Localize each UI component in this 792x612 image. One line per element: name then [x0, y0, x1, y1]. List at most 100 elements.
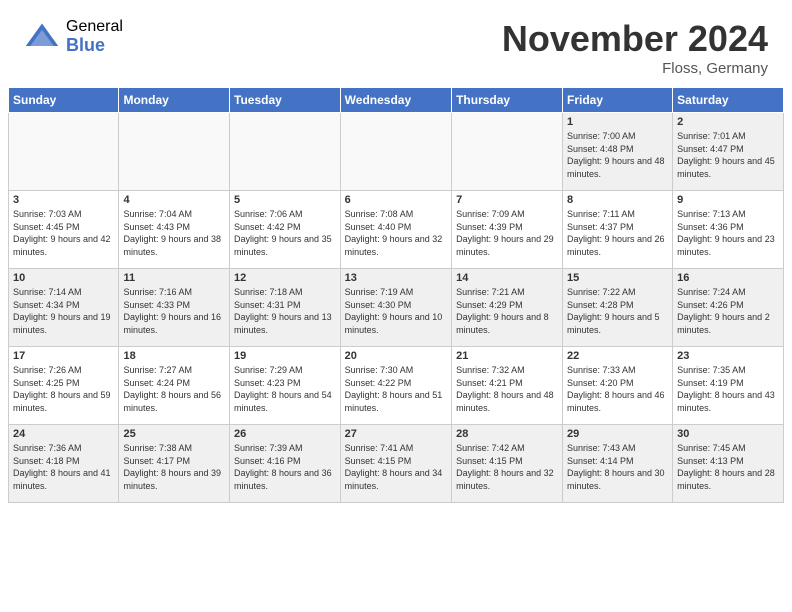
title-block: November 2024 Floss, Germany [502, 18, 768, 77]
header-wednesday: Wednesday [340, 88, 451, 113]
calendar-cell: 16 Sunrise: 7:24 AMSunset: 4:26 PMDayligh… [673, 269, 784, 347]
day-info: Sunrise: 7:08 AMSunset: 4:40 PMDaylight:… [345, 208, 447, 258]
day-info: Sunrise: 7:43 AMSunset: 4:14 PMDaylight:… [567, 442, 668, 492]
calendar-cell: 18 Sunrise: 7:27 AMSunset: 4:24 PMDayligh… [119, 347, 230, 425]
day-info: Sunrise: 7:30 AMSunset: 4:22 PMDaylight:… [345, 364, 447, 414]
day-number: 2 [677, 116, 779, 128]
day-number: 4 [123, 194, 225, 206]
day-number: 30 [677, 428, 779, 440]
calendar-cell [230, 113, 341, 191]
calendar-header-row: Sunday Monday Tuesday Wednesday Thursday… [9, 88, 784, 113]
calendar-cell: 29 Sunrise: 7:43 AMSunset: 4:14 PMDayligh… [562, 425, 672, 503]
calendar-cell: 4 Sunrise: 7:04 AMSunset: 4:43 PMDaylight… [119, 191, 230, 269]
calendar-week-row: 3 Sunrise: 7:03 AMSunset: 4:45 PMDaylight… [9, 191, 784, 269]
day-info: Sunrise: 7:09 AMSunset: 4:39 PMDaylight:… [456, 208, 558, 258]
calendar-week-row: 24Sunrise: 7:36 AMSunset: 4:18 PMDayligh… [9, 425, 784, 503]
header-saturday: Saturday [673, 88, 784, 113]
day-info: Sunrise: 7:18 AMSunset: 4:31 PMDaylight:… [234, 286, 336, 336]
calendar-cell: 24Sunrise: 7:36 AMSunset: 4:18 PMDayligh… [9, 425, 119, 503]
day-info: Sunrise: 7:21 AMSunset: 4:29 PMDaylight:… [456, 286, 558, 336]
header-friday: Friday [562, 88, 672, 113]
logo-text: General Blue [66, 18, 123, 55]
header-sunday: Sunday [9, 88, 119, 113]
calendar-cell: 19 Sunrise: 7:29 AMSunset: 4:23 PMDayligh… [230, 347, 341, 425]
calendar-cell: 13Sunrise: 7:19 AMSunset: 4:30 PMDayligh… [340, 269, 451, 347]
calendar-cell: 3 Sunrise: 7:03 AMSunset: 4:45 PMDaylight… [9, 191, 119, 269]
day-number: 28 [456, 428, 558, 440]
location: Floss, Germany [502, 60, 768, 77]
day-info: Sunrise: 7:22 AMSunset: 4:28 PMDaylight:… [567, 286, 668, 336]
calendar-cell: 30 Sunrise: 7:45 AMSunset: 4:13 PMDayligh… [673, 425, 784, 503]
day-info: Sunrise: 7:45 AMSunset: 4:13 PMDaylight:… [677, 442, 779, 492]
header-thursday: Thursday [452, 88, 563, 113]
calendar-cell: 26 Sunrise: 7:39 AMSunset: 4:16 PMDayligh… [230, 425, 341, 503]
day-number: 26 [234, 428, 336, 440]
calendar-cell: 27Sunrise: 7:41 AMSunset: 4:15 PMDayligh… [340, 425, 451, 503]
calendar-cell: 10Sunrise: 7:14 AMSunset: 4:34 PMDayligh… [9, 269, 119, 347]
calendar-cell: 5Sunrise: 7:06 AMSunset: 4:42 PMDaylight… [230, 191, 341, 269]
day-info: Sunrise: 7:26 AMSunset: 4:25 PMDaylight:… [13, 364, 114, 414]
day-number: 15 [567, 272, 668, 284]
day-number: 5 [234, 194, 336, 206]
day-info: Sunrise: 7:42 AMSunset: 4:15 PMDaylight:… [456, 442, 558, 492]
day-info: Sunrise: 7:29 AMSunset: 4:23 PMDaylight:… [234, 364, 336, 414]
day-number: 18 [123, 350, 225, 362]
calendar-cell: 8 Sunrise: 7:11 AMSunset: 4:37 PMDaylight… [562, 191, 672, 269]
day-number: 20 [345, 350, 447, 362]
day-info: Sunrise: 7:33 AMSunset: 4:20 PMDaylight:… [567, 364, 668, 414]
day-number: 3 [13, 194, 114, 206]
day-number: 6 [345, 194, 447, 206]
calendar-cell: 25Sunrise: 7:38 AMSunset: 4:17 PMDayligh… [119, 425, 230, 503]
day-info: Sunrise: 7:32 AMSunset: 4:21 PMDaylight:… [456, 364, 558, 414]
day-number: 12 [234, 272, 336, 284]
calendar-week-row: 17Sunrise: 7:26 AMSunset: 4:25 PMDayligh… [9, 347, 784, 425]
day-info: Sunrise: 7:11 AMSunset: 4:37 PMDaylight:… [567, 208, 668, 258]
calendar-cell: 17Sunrise: 7:26 AMSunset: 4:25 PMDayligh… [9, 347, 119, 425]
day-info: Sunrise: 7:39 AMSunset: 4:16 PMDaylight:… [234, 442, 336, 492]
day-number: 7 [456, 194, 558, 206]
header-tuesday: Tuesday [230, 88, 341, 113]
calendar-cell [119, 113, 230, 191]
calendar-cell: 15 Sunrise: 7:22 AMSunset: 4:28 PMDayligh… [562, 269, 672, 347]
calendar-cell: 11Sunrise: 7:16 AMSunset: 4:33 PMDayligh… [119, 269, 230, 347]
calendar-table: Sunday Monday Tuesday Wednesday Thursday… [8, 87, 784, 503]
month-title: November 2024 [502, 18, 768, 60]
calendar-week-row: 1Sunrise: 7:00 AMSunset: 4:48 PMDaylight… [9, 113, 784, 191]
calendar-cell: 6 Sunrise: 7:08 AMSunset: 4:40 PMDaylight… [340, 191, 451, 269]
header-monday: Monday [119, 88, 230, 113]
calendar-cell: 14 Sunrise: 7:21 AMSunset: 4:29 PMDayligh… [452, 269, 563, 347]
day-info: Sunrise: 7:01 AMSunset: 4:47 PMDaylight:… [677, 130, 779, 180]
day-number: 16 [677, 272, 779, 284]
day-info: Sunrise: 7:13 AMSunset: 4:36 PMDaylight:… [677, 208, 779, 258]
day-number: 19 [234, 350, 336, 362]
day-number: 21 [456, 350, 558, 362]
day-number: 1 [567, 116, 668, 128]
day-info: Sunrise: 7:04 AMSunset: 4:43 PMDaylight:… [123, 208, 225, 258]
day-number: 11 [123, 272, 225, 284]
calendar-wrapper: Sunday Monday Tuesday Wednesday Thursday… [0, 87, 792, 511]
day-info: Sunrise: 7:19 AMSunset: 4:30 PMDaylight:… [345, 286, 447, 336]
logo-blue: Blue [66, 36, 123, 56]
day-info: Sunrise: 7:03 AMSunset: 4:45 PMDaylight:… [13, 208, 114, 258]
day-number: 22 [567, 350, 668, 362]
day-number: 9 [677, 194, 779, 206]
calendar-cell [9, 113, 119, 191]
day-info: Sunrise: 7:27 AMSunset: 4:24 PMDaylight:… [123, 364, 225, 414]
day-number: 25 [123, 428, 225, 440]
calendar-cell: 9 Sunrise: 7:13 AMSunset: 4:36 PMDaylight… [673, 191, 784, 269]
day-number: 8 [567, 194, 668, 206]
day-number: 14 [456, 272, 558, 284]
day-number: 27 [345, 428, 447, 440]
day-info: Sunrise: 7:24 AMSunset: 4:26 PMDaylight:… [677, 286, 779, 336]
logo: General Blue [24, 18, 123, 55]
day-number: 24 [13, 428, 114, 440]
calendar-cell: 28 Sunrise: 7:42 AMSunset: 4:15 PMDayligh… [452, 425, 563, 503]
logo-icon [24, 19, 60, 55]
calendar-cell: 23Sunrise: 7:35 AMSunset: 4:19 PMDayligh… [673, 347, 784, 425]
day-number: 23 [677, 350, 779, 362]
calendar-cell: 2 Sunrise: 7:01 AMSunset: 4:47 PMDaylight… [673, 113, 784, 191]
calendar-cell: 22 Sunrise: 7:33 AMSunset: 4:20 PMDayligh… [562, 347, 672, 425]
day-info: Sunrise: 7:14 AMSunset: 4:34 PMDaylight:… [13, 286, 114, 336]
calendar-week-row: 10Sunrise: 7:14 AMSunset: 4:34 PMDayligh… [9, 269, 784, 347]
day-number: 29 [567, 428, 668, 440]
